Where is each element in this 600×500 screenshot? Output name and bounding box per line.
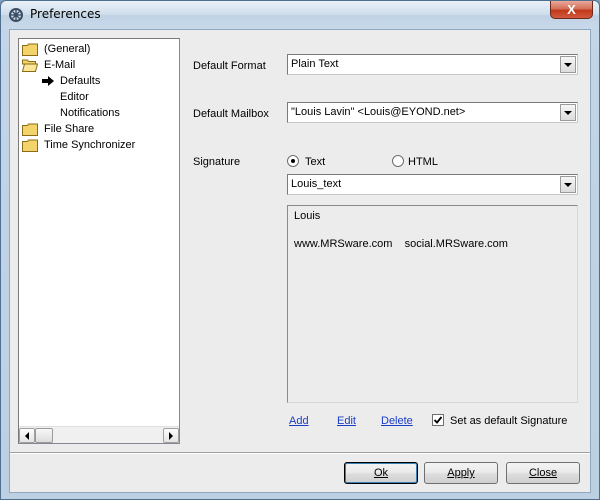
chevron-down-icon[interactable] xyxy=(560,176,576,193)
checkmark-icon xyxy=(433,416,443,424)
close-window-button[interactable]: X xyxy=(550,1,593,19)
chevron-left-icon xyxy=(25,431,29,440)
tree-item-editor[interactable]: Editor xyxy=(60,89,89,105)
tree-horizontal-scrollbar[interactable] xyxy=(19,426,179,443)
default-format-select[interactable]: Plain Text xyxy=(287,54,578,75)
radio-html[interactable] xyxy=(392,155,404,167)
default-format-label: Default Format xyxy=(193,60,266,72)
apply-button[interactable]: Apply xyxy=(424,462,498,484)
scroll-right-button[interactable] xyxy=(163,428,179,443)
signature-line-2: www.MRSware.com social.MRSware.com xyxy=(294,238,508,250)
folder-icon xyxy=(22,139,38,152)
folder-icon xyxy=(22,123,38,136)
tree-item-time-synchronizer[interactable]: Time Synchronizer xyxy=(22,137,135,153)
app-gear-icon xyxy=(9,8,23,22)
radio-text[interactable] xyxy=(287,155,299,167)
delete-signature-link[interactable]: Delete xyxy=(381,415,413,427)
tree-item-email[interactable]: E-Mail xyxy=(22,57,75,73)
tree-item-file-share[interactable]: File Share xyxy=(22,121,94,137)
signature-label: Signature xyxy=(193,156,241,168)
ok-button[interactable]: Ok xyxy=(344,462,418,484)
signature-name-select[interactable]: Louis_text xyxy=(287,174,578,195)
scroll-thumb[interactable] xyxy=(35,428,53,443)
arrow-right-icon xyxy=(42,76,54,86)
signature-line-1: Louis xyxy=(294,210,321,222)
tree-item-notifications[interactable]: Notifications xyxy=(60,105,120,121)
scroll-left-button[interactable] xyxy=(19,428,35,443)
add-signature-link[interactable]: Add xyxy=(289,415,309,427)
set-default-label[interactable]: Set as default Signature xyxy=(450,415,567,427)
set-default-checkbox[interactable] xyxy=(432,414,444,426)
chevron-down-icon[interactable] xyxy=(560,104,576,121)
signature-editor[interactable]: Louis www.MRSware.com social.MRSware.com xyxy=(287,205,578,403)
default-mailbox-label: Default Mailbox xyxy=(193,108,269,120)
dialog-client-area: (General) E-Mail Defaults Editor Notific… xyxy=(9,29,591,493)
radio-text-label[interactable]: Text xyxy=(305,156,325,168)
chevron-right-icon xyxy=(169,431,173,440)
close-button[interactable]: Close xyxy=(506,462,580,484)
tree-item-general[interactable]: (General) xyxy=(22,41,90,57)
title-bar[interactable]: Preferences X xyxy=(1,1,599,29)
divider xyxy=(10,452,590,454)
radio-html-label[interactable]: HTML xyxy=(408,156,438,168)
folder-icon xyxy=(22,43,38,56)
default-mailbox-select[interactable]: "Louis Lavin" <Louis@EYOND.net> xyxy=(287,102,578,123)
chevron-down-icon[interactable] xyxy=(560,56,576,73)
tree-item-defaults[interactable]: Defaults xyxy=(41,73,100,89)
category-tree[interactable]: (General) E-Mail Defaults Editor Notific… xyxy=(18,38,180,444)
window-title: Preferences xyxy=(30,7,101,21)
folder-open-icon xyxy=(22,59,38,72)
preferences-window: Preferences X (General) E-Mail Defaults … xyxy=(0,0,600,500)
edit-signature-link[interactable]: Edit xyxy=(337,415,356,427)
close-icon: X xyxy=(567,2,576,17)
